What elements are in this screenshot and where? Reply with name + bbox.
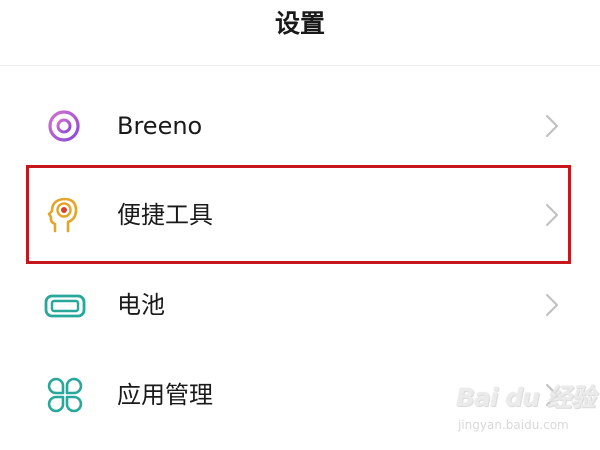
settings-item-battery[interactable]: 电池 <box>0 260 600 350</box>
highlight-annotation-box <box>26 165 571 264</box>
settings-item-label: 应用管理 <box>117 381 213 409</box>
baidu-jingyan-watermark: Bai du 经验 jingyan.baidu.com <box>456 383 596 441</box>
battery-icon <box>43 285 87 325</box>
breeno-ring-icon <box>43 106 87 146</box>
watermark-brand: Bai du 经验 <box>456 383 596 412</box>
top-bar: 设置 <box>0 0 600 66</box>
chevron-right-icon <box>542 291 562 319</box>
chevron-right-icon <box>542 112 562 140</box>
page-title: 设置 <box>274 9 325 38</box>
watermark-domain: jingyan.baidu.com <box>458 418 569 432</box>
settings-item-label: Breeno <box>117 112 203 140</box>
settings-screen: 设置 Breeno 便捷工具 电池 应用管理 Bai du 经验 jingyan… <box>0 0 600 450</box>
app-grid-icon <box>43 375 87 415</box>
settings-item-breeno[interactable]: Breeno <box>0 81 600 171</box>
settings-item-label: 电池 <box>117 291 165 319</box>
